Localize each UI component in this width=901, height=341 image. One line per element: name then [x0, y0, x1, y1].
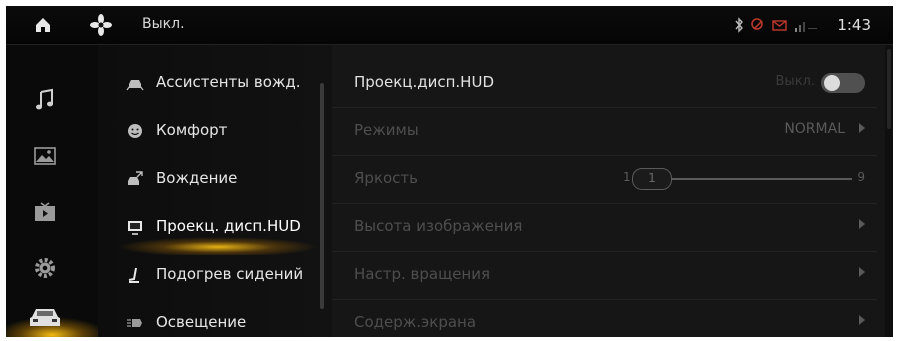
- slider-max-value: 9: [857, 170, 865, 184]
- setting-brightness: Яркость 1 1 9: [332, 155, 877, 204]
- clock: 1:43: [837, 16, 871, 34]
- category-hud[interactable]: Проекц. дисп.HUD: [98, 203, 332, 255]
- slider-current-value: 1: [648, 171, 656, 185]
- seat-heating-icon: [128, 267, 139, 283]
- category-scrollbar[interactable]: [320, 83, 324, 309]
- app-rail: [6, 45, 98, 337]
- chevron-right-icon: [859, 315, 865, 325]
- brightness-slider-track[interactable]: [672, 178, 852, 180]
- setting-mode[interactable]: Режимы NORMAL: [332, 107, 877, 156]
- hud-toggle[interactable]: [821, 73, 865, 93]
- category-label: Освещение: [156, 313, 247, 331]
- mode-value: NORMAL: [784, 121, 845, 137]
- category-label: Вождение: [156, 169, 238, 187]
- setting-label: Настр. вращения: [354, 265, 491, 283]
- status-bar: Выкл. 1:43: [6, 6, 893, 45]
- chevron-right-icon: [859, 219, 865, 229]
- category-driving[interactable]: Вождение: [98, 155, 332, 203]
- fan-icon[interactable]: [90, 14, 112, 36]
- toggle-knob: [824, 75, 840, 91]
- music-icon[interactable]: [32, 87, 58, 113]
- setting-screen-content[interactable]: Содерж.экрана: [332, 299, 877, 337]
- setting-label: Содерж.экрана: [354, 313, 477, 331]
- car-icon[interactable]: [28, 303, 62, 331]
- comfort-icon: [128, 124, 142, 138]
- settings-scrollbar[interactable]: [885, 45, 893, 337]
- home-icon[interactable]: [34, 16, 52, 34]
- settings-panel: Проекц.дисп.HUD Выкл. Режимы NORMAL Ярко…: [332, 45, 893, 337]
- status-icons: [734, 15, 818, 35]
- setting-label: Проекц.дисп.HUD: [354, 73, 494, 91]
- setting-label: Высота изображения: [354, 217, 523, 235]
- message-icon: [772, 20, 787, 31]
- gallery-icon[interactable]: [32, 143, 58, 169]
- category-label: Подогрев сидений: [156, 265, 304, 283]
- setting-rotation[interactable]: Настр. вращения: [332, 251, 877, 300]
- bluetooth-icon: [735, 17, 743, 33]
- slider-min-value: 1: [623, 170, 631, 184]
- connection-status-icon: [751, 18, 763, 30]
- category-label: Комфорт: [156, 121, 228, 139]
- lighting-icon: [127, 319, 142, 327]
- category-comfort[interactable]: Комфорт: [98, 107, 332, 155]
- chevron-right-icon: [859, 123, 865, 133]
- toggle-state-text: Выкл.: [775, 74, 815, 89]
- car-settings-screen: Выкл. 1:43 Ассистенты вожд. Комфорт Вожд…: [6, 6, 893, 337]
- setting-label: Яркость: [354, 169, 419, 187]
- category-label: Ассистенты вожд.: [156, 73, 301, 91]
- setting-image-height[interactable]: Высота изображения: [332, 203, 877, 252]
- settings-category-list: Ассистенты вожд. Комфорт Вождение Проекц…: [98, 45, 332, 337]
- video-icon[interactable]: [32, 199, 58, 225]
- category-driver-assist[interactable]: Ассистенты вожд.: [98, 59, 332, 107]
- brightness-slider-knob[interactable]: 1: [632, 168, 672, 190]
- fan-status-text: Выкл.: [142, 16, 185, 32]
- driving-icon: [128, 171, 143, 185]
- hud-icon: [128, 221, 142, 235]
- category-label: Проекц. дисп.HUD: [156, 217, 301, 235]
- signal-icon: [795, 22, 817, 32]
- scrollbar-thumb[interactable]: [887, 49, 891, 129]
- setting-label: Режимы: [354, 121, 419, 139]
- setting-hud: Проекц.дисп.HUD Выкл.: [332, 59, 877, 108]
- driver-assist-icon: [126, 80, 144, 91]
- category-seat-heating[interactable]: Подогрев сидений: [98, 251, 332, 299]
- chevron-right-icon: [859, 267, 865, 277]
- settings-icon[interactable]: [32, 255, 58, 281]
- category-lighting[interactable]: Освещение: [98, 299, 332, 337]
